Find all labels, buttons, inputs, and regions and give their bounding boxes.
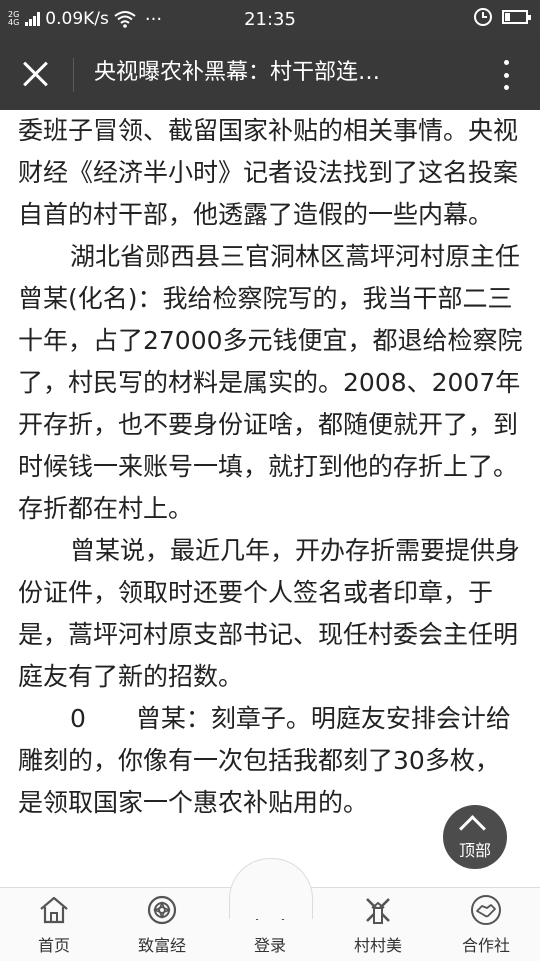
more-options-icon[interactable] bbox=[502, 60, 510, 90]
compass-icon bbox=[147, 895, 177, 925]
nav-item-hezuoshe[interactable]: 合作社 bbox=[432, 888, 540, 961]
page-title: 央视曝农补黑幕：村干部连… bbox=[94, 60, 381, 85]
article-paragraph: 曾某说，最近几年，开办存折需要提供身份证件，领取时还要个人签名或者印章，于是，蒿… bbox=[18, 536, 521, 691]
windmill-icon bbox=[366, 898, 390, 924]
status-right bbox=[474, 8, 531, 26]
home-icon bbox=[40, 896, 68, 924]
nav-item-cuncunmei[interactable]: 村村美 bbox=[324, 888, 432, 961]
back-to-top-label: 顶部 bbox=[458, 841, 491, 860]
nav-item-home[interactable]: 首页 bbox=[0, 888, 108, 961]
article-paragraph: 委班子冒领、截留国家补贴的相关事情。央视财经《经济半小时》记者设法找到了这名投案… bbox=[18, 116, 519, 229]
title-bar: 央视曝农补黑幕：村干部连… bbox=[0, 38, 540, 110]
nav-label: 首页 bbox=[37, 936, 70, 955]
nav-label: 登录 bbox=[253, 936, 286, 955]
nav-label: 村村美 bbox=[353, 936, 402, 955]
battery-icon bbox=[502, 10, 531, 24]
title-divider bbox=[73, 58, 74, 92]
clock: 21:35 bbox=[244, 9, 296, 30]
article-body: 委班子冒领、截留国家补贴的相关事情。央视财经《经济半小时》记者设法找到了这名投案… bbox=[18, 110, 523, 888]
status-bar: 2G 4G 0.09K/s ··· 21:35 bbox=[0, 0, 540, 38]
nav-item-zhifujing[interactable]: 致富经 bbox=[108, 888, 216, 961]
back-to-top-button[interactable]: 顶部 bbox=[443, 805, 507, 869]
alarm-icon bbox=[474, 8, 492, 26]
article-paragraph: 0 曾某：刻章子。明庭友安排会计给雕刻的，你像有一次包括我都刻了30多枚，是领取… bbox=[18, 704, 511, 817]
article-paragraph: 湖北省郧西县三官洞林区蒿坪河村原主任曾某(化名)：我给检察院写的，我当干部二三十… bbox=[18, 242, 523, 523]
handshake-icon bbox=[471, 895, 501, 925]
close-icon[interactable] bbox=[18, 56, 54, 92]
nav-label: 致富经 bbox=[137, 936, 186, 955]
nav-label: 合作社 bbox=[461, 936, 510, 955]
